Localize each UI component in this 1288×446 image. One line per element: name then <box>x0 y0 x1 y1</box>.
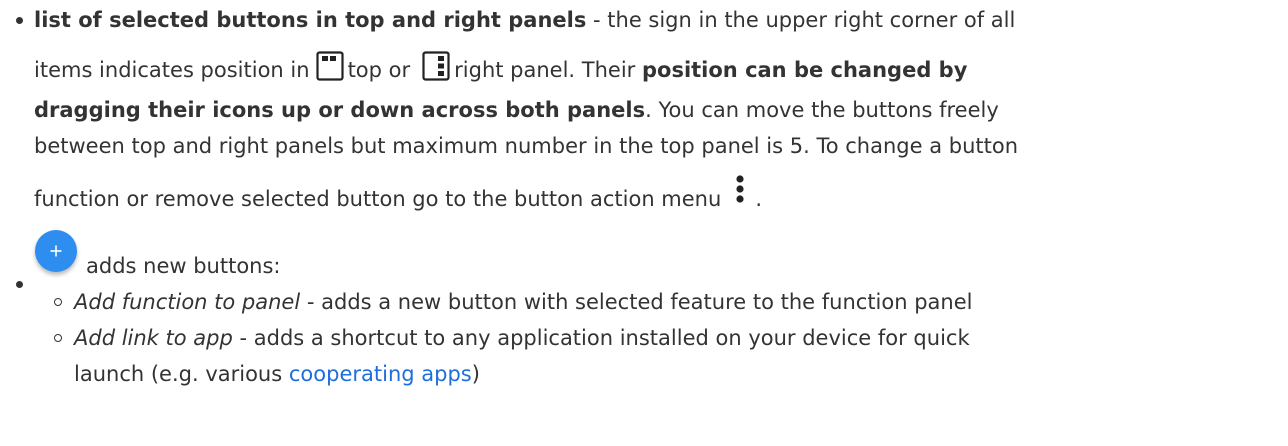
action-menu-icon <box>735 174 745 225</box>
item1-line5: function or remove selected button go to… <box>34 174 1288 222</box>
sub-item-add-link: Add link to app - adds a shortcut to any… <box>54 320 1288 392</box>
sub-item-2-line1: Add link to app - adds a shortcut to any… <box>74 320 1288 356</box>
sub-item-2-title: Add link to app <box>74 326 233 350</box>
fab-row: adds new buttons: <box>34 226 1288 290</box>
item1-line3: dragging their icons up or down across b… <box>34 92 1288 128</box>
item1-line2-text-b: top or <box>347 58 411 82</box>
sub-item-2-desc-line2-a: launch (e.g. various <box>74 362 289 386</box>
item1-line2-text-a: items indicates position in <box>34 58 310 82</box>
feature-list: list of selected buttons in top and righ… <box>16 2 1288 392</box>
item1-line2-text-c: right panel. Their <box>454 58 642 82</box>
item1-line5-period: . <box>755 187 762 211</box>
sub-item-1-desc: - adds a new button with selected featur… <box>300 290 973 314</box>
list-item-selected-buttons: list of selected buttons in top and righ… <box>16 2 1288 222</box>
sub-item-2-line2: launch (e.g. various cooperating apps) <box>74 356 1288 392</box>
right-panel-icon <box>422 51 450 96</box>
sub-item-add-function: Add function to panel - adds a new butto… <box>54 284 1288 320</box>
item1-line2-bold: position can be changed by <box>641 58 968 82</box>
item1-bold-title: list of selected buttons in top and righ… <box>34 8 587 32</box>
item1-line2: items indicates position in top or right p… <box>34 48 1288 92</box>
item1-line3-rest: . You can move the buttons freely <box>645 98 999 122</box>
top-panel-icon <box>315 51 344 96</box>
item1-line1-rest: - the sign in the upper right corner of … <box>586 8 1016 32</box>
item1-line1: list of selected buttons in top and righ… <box>34 2 1288 38</box>
item1-line4: between top and right panels but maximum… <box>34 134 1019 158</box>
item2-text: adds new buttons: <box>86 254 281 278</box>
add-fab-icon <box>35 230 77 272</box>
sub-item-2-desc-line2-b: ) <box>471 362 480 386</box>
list-item-add-buttons: adds new buttons: Add function to panel … <box>16 226 1288 392</box>
sub-item-1-title: Add function to panel <box>74 290 301 314</box>
item1-line5-text: function or remove selected button go to… <box>34 187 722 211</box>
document-page: list of selected buttons in top and righ… <box>0 2 1288 446</box>
add-options-list: Add function to panel - adds a new butto… <box>34 284 1288 392</box>
sub-item-2-desc-line1: - adds a shortcut to any application ins… <box>232 326 970 350</box>
cooperating-apps-link[interactable]: cooperating apps <box>289 362 472 386</box>
item1-line3-bold: dragging their icons up or down across b… <box>34 98 646 122</box>
sub-item-1-line: Add function to panel - adds a new butto… <box>74 284 1288 320</box>
